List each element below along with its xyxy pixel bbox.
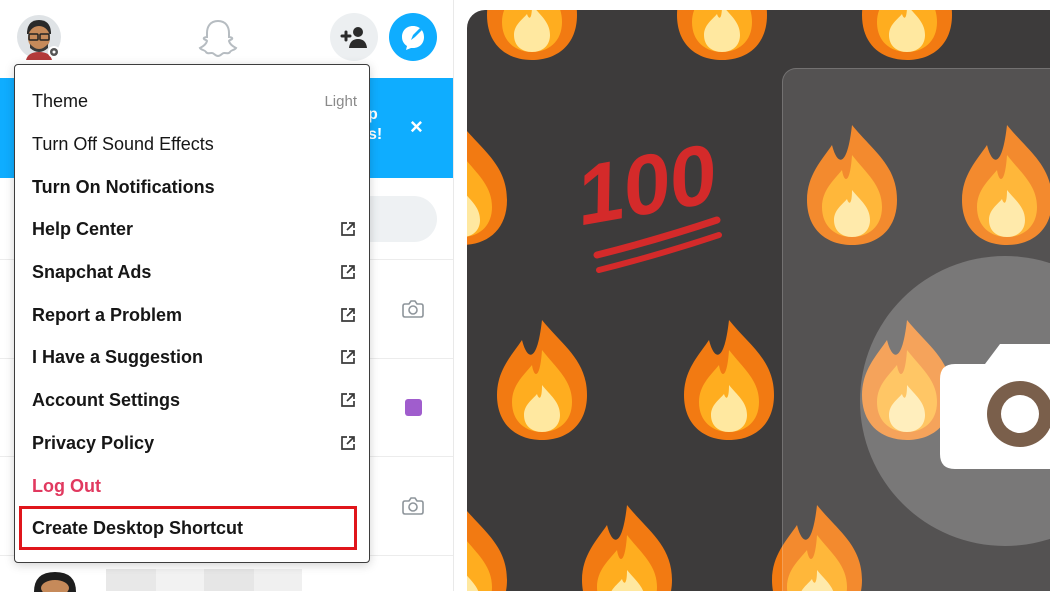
avatar[interactable] xyxy=(24,566,86,596)
menu-item-label: Turn Off Sound Effects xyxy=(32,133,214,154)
snapchat-ghost-icon[interactable] xyxy=(197,17,239,59)
blurred-name xyxy=(106,569,156,591)
external-link-icon xyxy=(341,393,355,407)
camera-icon[interactable] xyxy=(400,493,426,519)
menu-item-report-problem[interactable]: Report a Problem xyxy=(32,300,357,330)
menu-item-label: Privacy Policy xyxy=(32,432,155,453)
menu-item-label: Help Center xyxy=(32,218,134,239)
add-friend-button[interactable] xyxy=(330,13,378,61)
menu-item-label: Report a Problem xyxy=(32,304,183,325)
add-friend-icon xyxy=(340,27,367,48)
menu-item-suggestion[interactable]: I Have a Suggestion xyxy=(32,342,357,372)
menu-item-label: Snapchat Ads xyxy=(32,261,152,282)
menu-item-help-center[interactable]: Help Center xyxy=(32,214,357,244)
menu-item-label: I Have a Suggestion xyxy=(32,346,204,367)
close-icon[interactable]: × xyxy=(410,114,423,140)
menu-item-label: Account Settings xyxy=(32,389,181,410)
settings-menu: Theme Light Turn Off Sound Effects Turn … xyxy=(14,64,370,563)
external-link-icon xyxy=(341,350,355,364)
menu-item-sound-effects[interactable]: Turn Off Sound Effects xyxy=(32,129,357,159)
menu-item-label: Log Out xyxy=(32,475,101,496)
blurred-name xyxy=(156,569,204,591)
menu-item-notifications[interactable]: Turn On Notifications xyxy=(32,172,357,202)
new-chat-button[interactable] xyxy=(389,13,437,61)
camera-preview-area: 100 xyxy=(467,10,1050,591)
menu-item-log-out[interactable]: Log Out xyxy=(32,471,357,501)
menu-item-snapchat-ads[interactable]: Snapchat Ads xyxy=(32,257,357,287)
menu-item-label: Turn On Notifications xyxy=(32,176,215,197)
avatar[interactable] xyxy=(16,14,62,60)
menu-item-account-settings[interactable]: Account Settings xyxy=(32,385,357,415)
camera-icon[interactable] xyxy=(400,296,426,322)
banner-text-line1: p xyxy=(368,106,378,123)
external-link-icon xyxy=(341,436,355,450)
highlight-box xyxy=(19,506,357,550)
banner-text: p s! xyxy=(368,105,382,145)
menu-item-privacy-policy[interactable]: Privacy Policy xyxy=(32,428,357,458)
chat-status-icon xyxy=(405,399,422,416)
search-input[interactable] xyxy=(360,196,437,242)
menu-item-label: Theme xyxy=(32,90,89,111)
blurred-name xyxy=(254,569,302,591)
external-link-icon xyxy=(341,222,355,236)
external-link-icon xyxy=(341,265,355,279)
bitmoji-avatar-icon xyxy=(17,15,61,60)
camera-icon xyxy=(940,344,1050,469)
menu-item-theme[interactable]: Theme Light xyxy=(32,86,357,116)
blurred-name xyxy=(204,569,254,591)
new-chat-icon xyxy=(402,26,424,50)
external-link-icon xyxy=(341,308,355,322)
theme-value: Light xyxy=(324,92,357,110)
banner-text-line2: s! xyxy=(368,126,383,143)
